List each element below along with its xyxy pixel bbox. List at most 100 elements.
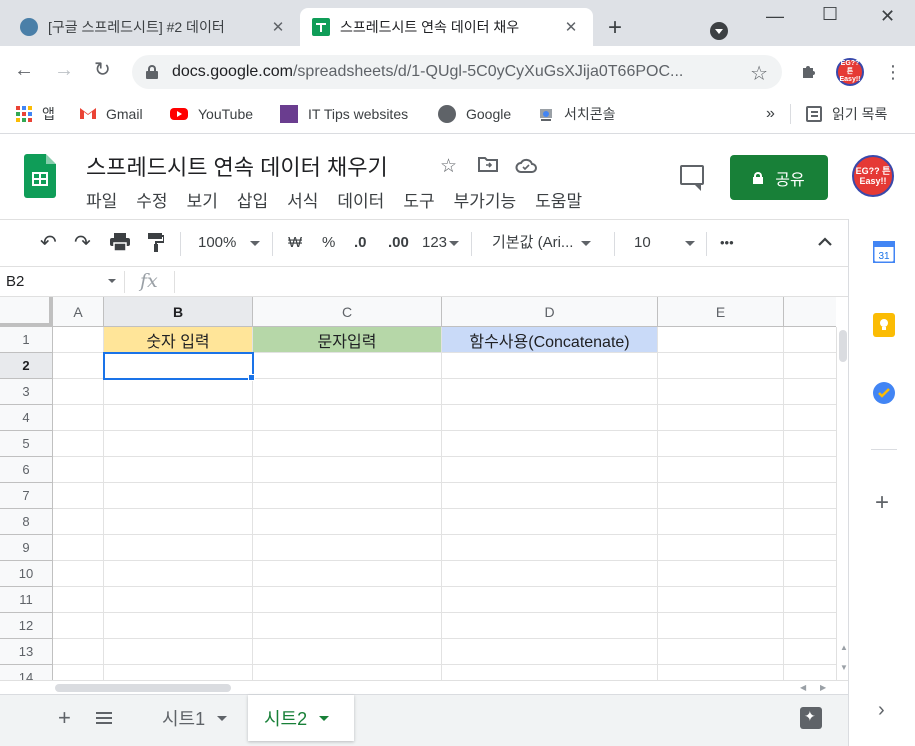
cell-d1[interactable]: 함수사용(Concatenate): [442, 327, 658, 353]
browser-tab-2[interactable]: 스프레드시트 연속 데이터 채우 ✕: [300, 8, 593, 46]
select-all-corner[interactable]: [0, 297, 53, 327]
cell-b5[interactable]: [104, 431, 253, 457]
cell-c12[interactable]: [253, 613, 442, 639]
cell-d11[interactable]: [442, 587, 658, 613]
calendar-icon[interactable]: 31: [871, 239, 897, 265]
maximize-icon[interactable]: ☐: [822, 4, 838, 25]
reload-icon[interactable]: ↻: [94, 60, 111, 80]
add-addon-icon[interactable]: +: [875, 489, 889, 517]
number-format-select[interactable]: 123: [422, 233, 460, 253]
cell-c5[interactable]: [253, 431, 442, 457]
sheets-logo-icon[interactable]: [24, 154, 56, 198]
cell-e13[interactable]: [658, 639, 784, 665]
column-header-b[interactable]: B: [104, 297, 253, 327]
percent-format-button[interactable]: %: [322, 233, 335, 253]
cloud-saved-icon[interactable]: [515, 157, 537, 179]
cell-c6[interactable]: [253, 457, 442, 483]
column-header-f[interactable]: [784, 297, 836, 327]
cell-a12[interactable]: [53, 613, 104, 639]
chevron-down-icon[interactable]: [108, 279, 116, 283]
tasks-icon[interactable]: [873, 382, 895, 404]
cell-d12[interactable]: [442, 613, 658, 639]
font-family-select[interactable]: 기본값 (Ari...: [492, 233, 592, 253]
cell-c14[interactable]: [253, 665, 442, 680]
scroll-left-arrow-icon[interactable]: ◀: [800, 683, 806, 692]
menu-insert[interactable]: 삽입: [237, 187, 268, 212]
bookmark-it-tips[interactable]: IT Tips websites: [280, 104, 408, 124]
column-header-c[interactable]: C: [253, 297, 442, 327]
bookmark-youtube[interactable]: YouTube: [170, 104, 253, 124]
cell-e1[interactable]: [658, 327, 784, 353]
more-options-button[interactable]: •••: [720, 233, 734, 253]
undo-icon[interactable]: ↶: [40, 233, 57, 253]
account-avatar[interactable]: EG?? 튼 Easy!!: [852, 155, 894, 197]
cell-e8[interactable]: [658, 509, 784, 535]
cell-d2[interactable]: [442, 353, 658, 379]
cell-c13[interactable]: [253, 639, 442, 665]
cell-b8[interactable]: [104, 509, 253, 535]
row-header-2[interactable]: 2: [0, 353, 53, 379]
document-title[interactable]: 스프레드시트 연속 데이터 채우기: [86, 150, 388, 182]
cell-c3[interactable]: [253, 379, 442, 405]
cell-b12[interactable]: [104, 613, 253, 639]
row-header-3[interactable]: 3: [0, 379, 53, 405]
add-sheet-icon[interactable]: +: [58, 705, 71, 731]
forward-icon[interactable]: →: [54, 60, 74, 80]
back-icon[interactable]: ←: [14, 60, 34, 80]
star-icon[interactable]: ☆: [440, 155, 457, 178]
all-sheets-icon[interactable]: [96, 712, 112, 724]
cell-f13[interactable]: [784, 639, 836, 665]
close-tab-icon[interactable]: ✕: [561, 18, 581, 36]
cell-d4[interactable]: [442, 405, 658, 431]
cell-f5[interactable]: [784, 431, 836, 457]
menu-data[interactable]: 데이터: [337, 187, 384, 212]
menu-addons[interactable]: 부가기능: [454, 187, 517, 212]
extensions-puzzle-icon[interactable]: [800, 63, 818, 81]
row-header-4[interactable]: 4: [0, 405, 53, 431]
collapse-toolbar-icon[interactable]: [818, 232, 832, 252]
menu-view[interactable]: 보기: [187, 187, 218, 212]
cell-d14[interactable]: [442, 665, 658, 680]
cell-d13[interactable]: [442, 639, 658, 665]
cell-b6[interactable]: [104, 457, 253, 483]
share-button[interactable]: 공유: [730, 155, 828, 200]
row-header-13[interactable]: 13: [0, 639, 53, 665]
cell-f3[interactable]: [784, 379, 836, 405]
close-window-icon[interactable]: ✕: [880, 6, 895, 27]
cell-e9[interactable]: [658, 535, 784, 561]
row-header-7[interactable]: 7: [0, 483, 53, 509]
minimize-icon[interactable]: —: [766, 6, 784, 27]
cell-b7[interactable]: [104, 483, 253, 509]
chevron-down-icon[interactable]: [319, 715, 330, 721]
menu-tools[interactable]: 도구: [403, 187, 434, 212]
cell-b13[interactable]: [104, 639, 253, 665]
bookmarks-more-button[interactable]: »: [766, 104, 775, 124]
tab-search-icon[interactable]: [710, 22, 728, 40]
address-bar[interactable]: docs.google.com/spreadsheets/d/1-QUgl-5C…: [132, 55, 782, 89]
row-header-11[interactable]: 11: [0, 587, 53, 613]
row-header-8[interactable]: 8: [0, 509, 53, 535]
cell-e4[interactable]: [658, 405, 784, 431]
cell-f11[interactable]: [784, 587, 836, 613]
increase-decimal-button[interactable]: .00: [388, 233, 409, 253]
cell-b1[interactable]: 숫자 입력: [104, 327, 253, 353]
row-header-1[interactable]: 1: [0, 327, 53, 353]
selected-cell-b2[interactable]: [103, 352, 254, 380]
cell-a8[interactable]: [53, 509, 104, 535]
cell-a13[interactable]: [53, 639, 104, 665]
cell-b9[interactable]: [104, 535, 253, 561]
cell-c4[interactable]: [253, 405, 442, 431]
menu-help[interactable]: 도움말: [535, 187, 582, 212]
move-to-folder-icon[interactable]: [478, 156, 498, 178]
row-header-9[interactable]: 9: [0, 535, 53, 561]
redo-icon[interactable]: ↷: [74, 233, 91, 253]
horizontal-scrollbar-thumb[interactable]: [55, 684, 231, 692]
cell-d6[interactable]: [442, 457, 658, 483]
decrease-decimal-button[interactable]: .0: [354, 233, 367, 253]
bookmark-search-console[interactable]: 서치콘솔: [538, 104, 616, 124]
cell-e14[interactable]: [658, 665, 784, 680]
cell-d9[interactable]: [442, 535, 658, 561]
column-header-d[interactable]: D: [442, 297, 658, 327]
row-header-10[interactable]: 10: [0, 561, 53, 587]
name-box[interactable]: B2: [6, 273, 24, 290]
